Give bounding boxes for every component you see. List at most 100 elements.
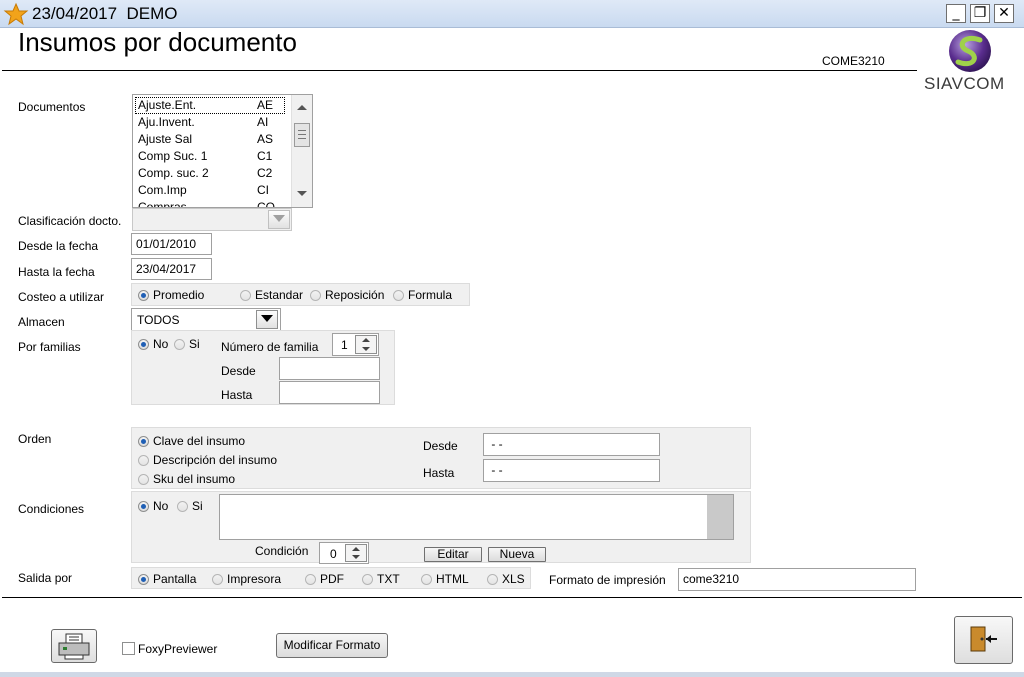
almacen-dropdown[interactable]: TODOS xyxy=(131,308,281,331)
nueva-button[interactable]: Nueva xyxy=(488,547,546,562)
salida-option-impresora[interactable]: Impresora xyxy=(212,572,281,586)
print-button[interactable] xyxy=(51,629,97,663)
numero-familia-spinner[interactable] xyxy=(355,335,377,354)
salida-option-txt[interactable]: TXT xyxy=(362,572,400,586)
familia-hasta-input[interactable] xyxy=(279,381,380,404)
window-title: 23/04/2017 DEMO xyxy=(32,4,178,23)
familia-desde-label: Desde xyxy=(221,364,256,378)
condicion-stepper[interactable]: 0 xyxy=(319,542,369,564)
exit-door-icon xyxy=(970,626,997,652)
spin-down-icon[interactable] xyxy=(356,345,376,354)
formato-input[interactable]: come3210 xyxy=(678,568,916,591)
radio-selected-icon xyxy=(138,501,149,512)
orden-label: Orden xyxy=(18,432,52,446)
salida-label: Salida por xyxy=(18,571,73,585)
clasificacion-dropdown-button[interactable] xyxy=(268,210,290,229)
editar-button[interactable]: Editar xyxy=(424,547,482,562)
foxy-label: FoxyPreviewer xyxy=(138,642,218,656)
radio-icon xyxy=(212,574,223,585)
salida-option-html[interactable]: HTML xyxy=(421,572,469,586)
familias-option-si[interactable]: Si xyxy=(174,337,200,351)
scroll-thumb[interactable] xyxy=(294,123,310,147)
costeo-option-formula[interactable]: Formula xyxy=(393,288,452,302)
costeo-option-estandar[interactable]: Estandar xyxy=(240,288,303,302)
minimize-button[interactable]: _ xyxy=(946,4,966,23)
numero-familia-value: 1 xyxy=(341,338,348,352)
printer-icon xyxy=(58,633,90,660)
salida-group: Pantalla Impresora PDF TXT HTML XLS xyxy=(131,567,531,589)
clasificacion-dropdown[interactable] xyxy=(132,208,292,231)
documentos-label: Documentos xyxy=(18,100,86,114)
radio-icon xyxy=(174,339,185,350)
familia-desde-input[interactable] xyxy=(279,357,380,380)
orden-option-clave[interactable]: Clave del insumo xyxy=(138,434,245,448)
spin-up-icon[interactable] xyxy=(356,336,376,345)
modificar-formato-button[interactable]: Modificar Formato xyxy=(276,633,388,658)
chevron-down-icon xyxy=(273,215,285,222)
spin-down-icon[interactable] xyxy=(346,553,366,561)
hasta-fecha-label: Hasta la fecha xyxy=(18,265,95,279)
condiciones-option-si[interactable]: Si xyxy=(177,499,203,513)
familias-option-no[interactable]: No xyxy=(138,337,168,351)
list-item[interactable]: Comp. suc. 2 C2 xyxy=(135,165,285,182)
costeo-option-promedio[interactable]: Promedio xyxy=(138,288,204,302)
documentos-scrollbar[interactable] xyxy=(291,95,312,207)
salida-option-pantalla[interactable]: Pantalla xyxy=(138,572,196,586)
restore-button[interactable]: ❐ xyxy=(970,4,990,23)
hasta-fecha-input[interactable]: 23/04/2017 xyxy=(131,258,212,280)
radio-icon xyxy=(240,290,251,301)
orden-desde-input[interactable]: - - xyxy=(483,433,660,456)
scroll-down-icon[interactable] xyxy=(297,191,307,196)
familias-group: No Si Número de familia 1 Desde Hasta xyxy=(131,330,395,405)
orden-desde-label: Desde xyxy=(423,439,458,453)
salida-option-xls[interactable]: XLS xyxy=(487,572,525,586)
radio-icon xyxy=(362,574,373,585)
familia-hasta-label: Hasta xyxy=(221,388,253,402)
close-button[interactable]: ✕ xyxy=(994,4,1014,23)
costeo-group: Promedio Estandar Reposición Formula xyxy=(131,283,470,306)
radio-icon xyxy=(305,574,316,585)
almacen-label: Almacen xyxy=(18,315,65,329)
orden-option-sku[interactable]: Sku del insumo xyxy=(138,472,235,486)
brand-logo: SIAVCOM xyxy=(922,28,1018,96)
radio-icon xyxy=(487,574,498,585)
desde-fecha-input[interactable]: 01/01/2010 xyxy=(131,233,212,255)
orden-hasta-label: Hasta xyxy=(423,466,455,480)
almacen-dropdown-button[interactable] xyxy=(256,310,278,329)
radio-icon xyxy=(138,455,149,466)
condiciones-scrollbar[interactable] xyxy=(707,495,733,539)
window-titlebar: 23/04/2017 DEMO _ ❐ ✕ xyxy=(0,0,1024,28)
condicion-label: Condición xyxy=(255,544,309,558)
header-divider xyxy=(2,70,917,71)
radio-icon xyxy=(310,290,321,301)
formato-label: Formato de impresión xyxy=(549,573,666,587)
spin-up-icon[interactable] xyxy=(346,545,366,553)
radio-selected-icon xyxy=(138,290,149,301)
condicion-spinner[interactable] xyxy=(345,544,367,562)
condiciones-option-no[interactable]: No xyxy=(138,499,168,513)
desde-fecha-label: Desde la fecha xyxy=(18,239,99,253)
list-item[interactable]: Compras CO xyxy=(135,199,285,207)
foxy-checkbox[interactable] xyxy=(122,642,135,655)
list-item[interactable]: Aju.Invent. AI xyxy=(135,114,285,131)
list-item[interactable]: Comp Suc. 1 C1 xyxy=(135,148,285,165)
almacen-value: TODOS xyxy=(137,313,180,327)
radio-selected-icon xyxy=(138,339,149,350)
condiciones-label: Condiciones xyxy=(18,502,85,516)
costeo-option-reposicion[interactable]: Reposición xyxy=(310,288,384,302)
documentos-list[interactable]: Ajuste.Ent. AE Aju.Invent. AI Ajuste Sal AS… xyxy=(132,94,313,208)
list-item[interactable]: Com.Imp CI xyxy=(135,182,285,199)
condiciones-textarea[interactable] xyxy=(219,494,734,540)
scroll-up-icon[interactable] xyxy=(297,105,307,110)
numero-familia-label: Número de familia xyxy=(221,340,319,354)
radio-icon xyxy=(393,290,404,301)
list-item[interactable]: Ajuste Sal AS xyxy=(135,131,285,148)
orden-hasta-input[interactable]: - - xyxy=(483,459,660,482)
list-item[interactable]: Ajuste.Ent. AE xyxy=(135,97,285,114)
exit-button[interactable] xyxy=(954,616,1013,664)
numero-familia-stepper[interactable]: 1 xyxy=(332,333,379,356)
chevron-down-icon xyxy=(261,315,273,322)
orden-option-descripcion[interactable]: Descripción del insumo xyxy=(138,453,277,467)
salida-option-pdf[interactable]: PDF xyxy=(305,572,344,586)
radio-icon xyxy=(177,501,188,512)
